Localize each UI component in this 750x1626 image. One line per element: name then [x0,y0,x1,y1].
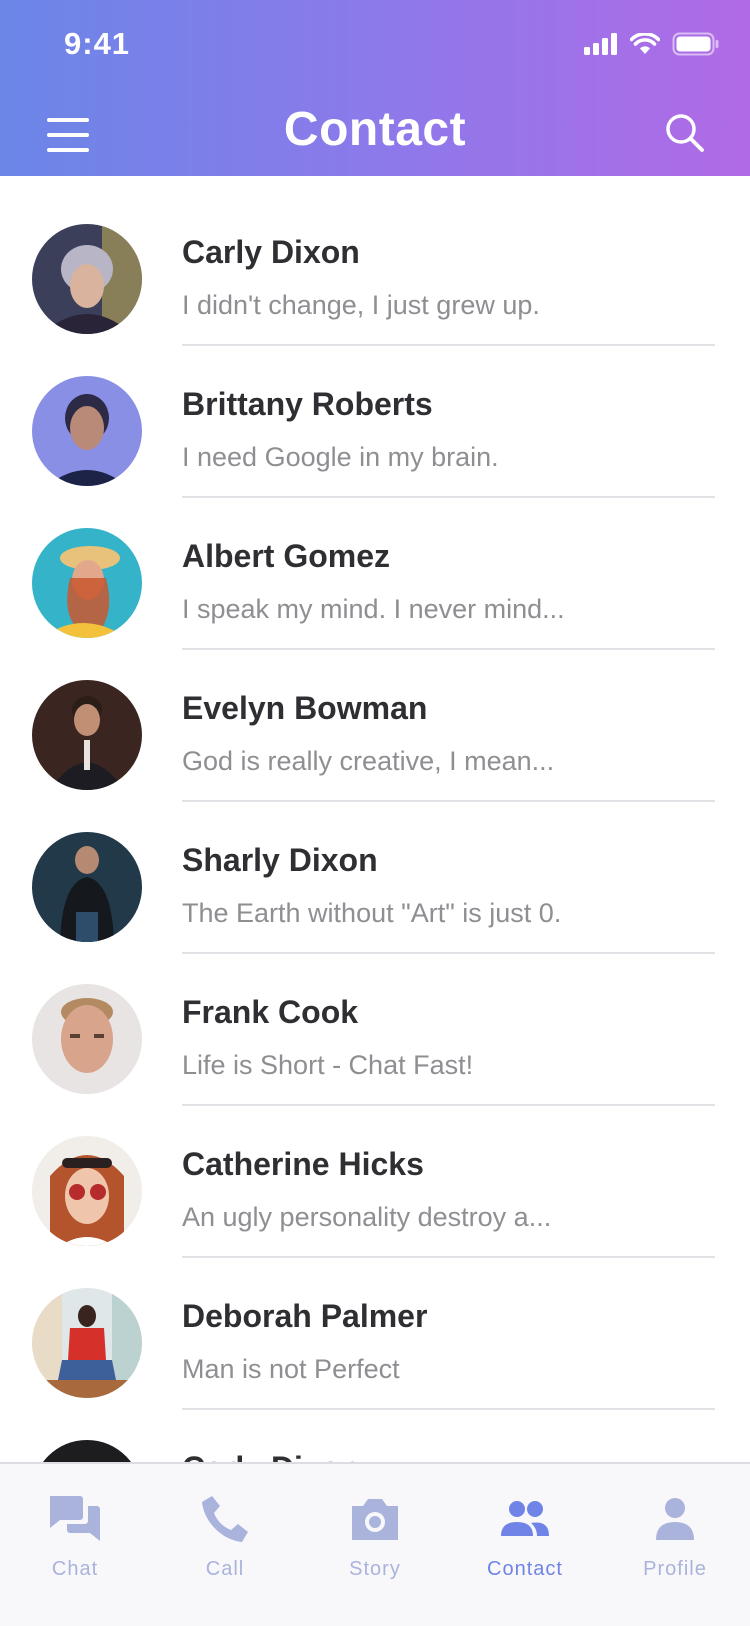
battery-icon [672,32,719,56]
contact-name: Brittany Roberts [182,386,433,422]
contact-row[interactable]: Carly Dixon [0,1392,750,1462]
contact-row[interactable]: Deborah Palmer Man is not Perfect [0,1240,750,1410]
contact-message: An ugly personality destroy a... [182,1202,552,1232]
contact-name: Catherine Hicks [182,1146,424,1182]
avatar [32,224,142,334]
cellular-signal-icon [584,33,617,55]
status-icons [584,32,720,56]
contact-row[interactable]: Catherine Hicks An ugly personality dest… [0,1088,750,1258]
contact-message: I need Google in my brain. [182,442,499,472]
tab-story[interactable]: Story [300,1464,450,1626]
tab-label: Story [349,1558,401,1580]
contact-name: Evelyn Bowman [182,690,428,726]
avatar [32,680,142,790]
tab-profile[interactable]: Profile [600,1464,750,1626]
contact-row[interactable]: Sharly Dixon The Earth without "Art" is … [0,784,750,954]
contact-name: Carly Dixon [182,234,360,270]
avatar [32,984,142,1094]
tab-bar: Chat Call Story Contact Profile [0,1462,750,1626]
contact-message: I speak my mind. I never mind... [182,594,565,624]
avatar [32,1136,142,1246]
contact-message: The Earth without "Art" is just 0. [182,898,562,928]
tab-label: Contact [487,1558,563,1580]
camera-icon [352,1499,398,1540]
contact-row[interactable]: Frank Cook Life is Short - Chat Fast! [0,936,750,1106]
wifi-icon [630,33,660,54]
chat-icon [50,1496,100,1541]
phone-icon [202,1496,248,1542]
header: 9:41 Contact [0,0,750,176]
contact-message: God is really creative, I mean... [182,746,555,776]
contact-name: Sharly Dixon [182,842,378,878]
search-button[interactable] [664,112,706,154]
page-title: Contact [283,103,467,156]
contact-name: Albert Gomez [182,538,391,574]
profile-icon [656,1498,694,1540]
contacts-icon [501,1501,549,1536]
contact-message: I didn't change, I just grew up. [182,290,540,320]
avatar [32,528,142,638]
status-time: 9:41 [64,26,131,61]
contact-name: Carly Dixon [182,1450,360,1462]
contact-message: Man is not Perfect [182,1354,400,1384]
tab-contact[interactable]: Contact [450,1464,600,1626]
contact-message: Life is Short - Chat Fast! [182,1050,474,1080]
tab-label: Profile [643,1558,707,1580]
search-icon [666,114,704,152]
contact-name: Deborah Palmer [182,1298,428,1334]
contact-row[interactable]: Carly Dixon I didn't change, I just grew… [0,176,750,346]
avatar [32,1288,142,1398]
tab-label: Chat [51,1558,99,1580]
contact-name: Frank Cook [182,994,359,1030]
avatar [32,832,142,942]
contact-row[interactable]: Evelyn Bowman God is really creative, I … [0,632,750,802]
tab-call[interactable]: Call [150,1464,300,1626]
contact-row[interactable]: Albert Gomez I speak my mind. I never mi… [0,480,750,650]
contact-list: Carly Dixon I didn't change, I just grew… [0,176,750,1462]
contact-row[interactable]: Brittany Roberts I need Google in my bra… [0,328,750,498]
avatar [32,1440,142,1462]
tab-label: Call [205,1558,245,1580]
tab-chat[interactable]: Chat [0,1464,150,1626]
avatar [32,376,142,486]
